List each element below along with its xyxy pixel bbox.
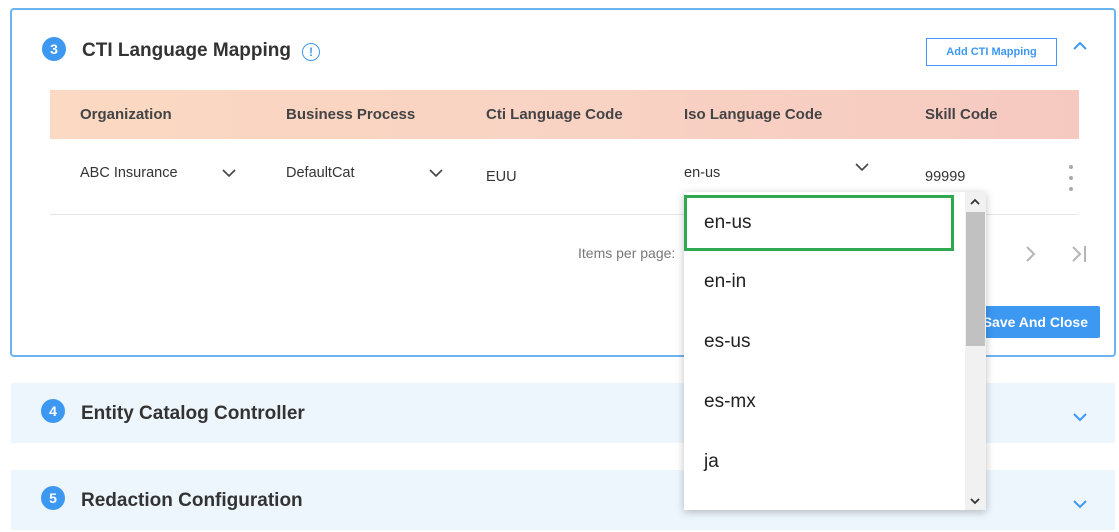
add-cti-mapping-button[interactable]: Add CTI Mapping xyxy=(926,38,1057,66)
chevron-down-icon[interactable] xyxy=(219,163,239,183)
chevron-down-icon[interactable] xyxy=(1070,494,1090,514)
chevron-down-icon[interactable] xyxy=(1070,407,1090,427)
dropdown-option-ja[interactable]: ja xyxy=(684,432,964,492)
dropdown-option-es-us[interactable]: es-us xyxy=(684,312,964,372)
iso-language-code-select[interactable]: en-us xyxy=(684,165,720,181)
last-page-icon[interactable] xyxy=(1068,243,1090,265)
section-title: Entity Catalog Controller xyxy=(81,403,305,424)
skill-code-value[interactable]: 99999 xyxy=(925,169,965,185)
organization-select[interactable]: ABC Insurance xyxy=(80,165,178,181)
items-per-page-label: Items per page: xyxy=(578,245,676,261)
column-header-iso-language-code[interactable]: Iso Language Code xyxy=(684,106,822,123)
dropdown-option-es-mx[interactable]: es-mx xyxy=(684,372,964,432)
step-badge: 4 xyxy=(41,399,65,423)
dropdown-option-en-us[interactable]: en-us xyxy=(684,195,954,251)
iso-language-dropdown: en-us en-in es-us es-mx ja xyxy=(684,192,986,510)
scrollbar-thumb[interactable] xyxy=(966,212,985,346)
section-title: Redaction Configuration xyxy=(81,490,303,511)
info-icon[interactable]: ! xyxy=(302,43,320,61)
next-page-icon[interactable] xyxy=(1019,243,1041,265)
chevron-up-icon[interactable] xyxy=(1070,36,1090,56)
section-title: CTI Language Mapping xyxy=(82,40,291,61)
table-header: Organization Business Process Cti Langua… xyxy=(50,90,1079,139)
business-process-select[interactable]: DefaultCat xyxy=(286,165,355,181)
column-header-skill-code[interactable]: Skill Code xyxy=(925,106,998,123)
column-header-cti-language-code[interactable]: Cti Language Code xyxy=(486,106,623,123)
more-options-icon[interactable] xyxy=(1067,165,1075,191)
step-badge: 3 xyxy=(42,37,66,61)
step-badge: 5 xyxy=(41,486,65,510)
chevron-down-icon[interactable] xyxy=(426,163,446,183)
scroll-up-arrow-icon[interactable] xyxy=(968,195,982,209)
cti-language-code-value[interactable]: EUU xyxy=(486,169,517,185)
chevron-down-icon[interactable] xyxy=(852,157,872,177)
dropdown-option-en-in[interactable]: en-in xyxy=(684,252,964,312)
column-header-organization[interactable]: Organization xyxy=(80,106,172,123)
scroll-down-arrow-icon[interactable] xyxy=(968,494,982,508)
column-header-business-process[interactable]: Business Process xyxy=(286,106,415,123)
